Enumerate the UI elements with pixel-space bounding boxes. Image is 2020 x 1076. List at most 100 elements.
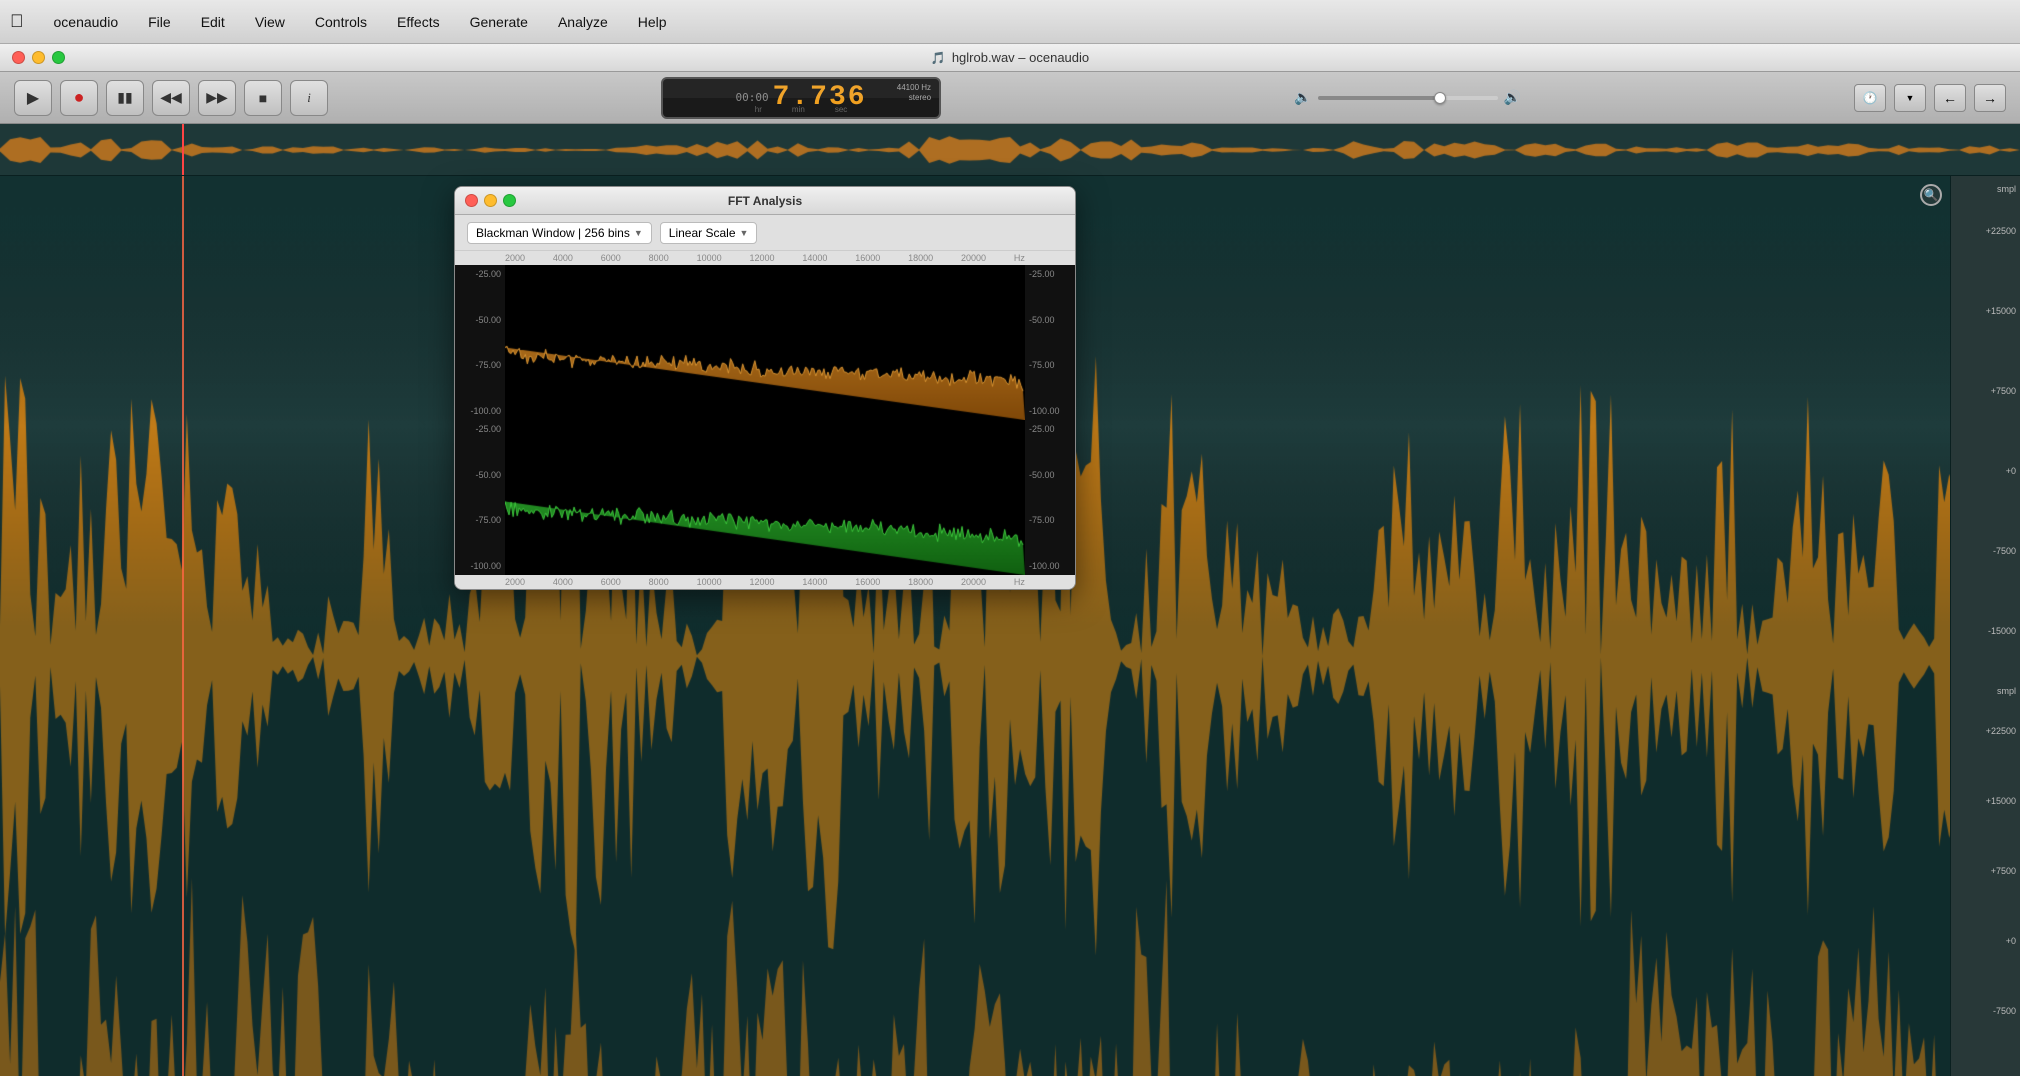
- time-label-hr: hr: [755, 105, 762, 114]
- scale-sidebar: smpl +22500 +15000 +7500 +0 -7500 -15000…: [1950, 176, 2020, 1076]
- menu-edit[interactable]: Edit: [195, 12, 231, 32]
- fast-forward-button[interactable]: ▶▶: [198, 80, 236, 116]
- pause-button[interactable]: ▮▮: [106, 80, 144, 116]
- fft-y-axis-right-top: -25.00 -50.00 -75.00 -100.00: [1025, 265, 1075, 420]
- fft-channel1-canvas: [505, 265, 1025, 420]
- fft-channel2-plot: [505, 420, 1025, 575]
- magnifier-icon: 🔍: [1924, 188, 1939, 202]
- stop-button[interactable]: ■: [244, 80, 282, 116]
- fft-x-20000-top: 20000: [961, 253, 986, 263]
- volume-slider[interactable]: [1318, 96, 1498, 100]
- zoom-out-button[interactable]: →: [1974, 84, 2006, 112]
- volume-control: 🔈 🔊: [1294, 89, 1521, 106]
- fft-y--50-top-right: -50.00: [1029, 315, 1071, 325]
- window-type-dropdown[interactable]: Blackman Window | 256 bins ▼: [467, 222, 652, 244]
- scale-label--7500-bot: -7500: [1993, 1006, 2016, 1016]
- clock-button[interactable]: 🕐: [1854, 84, 1886, 112]
- scale-label-0-top: +0: [2006, 466, 2016, 476]
- window-type-label: Blackman Window | 256 bins: [476, 226, 630, 240]
- fft-x-14000-bot: 14000: [802, 577, 827, 587]
- window-title-text: hglrob.wav – ocenaudio: [952, 50, 1089, 65]
- minimize-button[interactable]: [32, 51, 45, 64]
- fft-y--100-top-left: -100.00: [459, 406, 501, 416]
- fft-maximize-button[interactable]: [503, 194, 516, 207]
- fft-x-2000-bot: 2000: [505, 577, 525, 587]
- fft-channel1-row: -25.00 -50.00 -75.00 -100.00: [455, 265, 1075, 420]
- fft-x-8000-bot: 8000: [649, 577, 669, 587]
- fft-y-axis-left-top: -25.00 -50.00 -75.00 -100.00: [455, 265, 505, 420]
- time-label-sec: sec: [835, 105, 847, 114]
- fft-y-axis-left-bot: -25.00 -50.00 -75.00 -100.00: [455, 420, 505, 575]
- fft-y--75-bot-right: -75.00: [1029, 515, 1071, 525]
- fft-x-10000-top: 10000: [697, 253, 722, 263]
- fft-close-button[interactable]: [465, 194, 478, 207]
- maximize-button[interactable]: [52, 51, 65, 64]
- fft-x-16000-bot: 16000: [855, 577, 880, 587]
- fft-titlebar: FFT Analysis: [455, 187, 1075, 215]
- apple-menu-icon[interactable]: : [10, 11, 24, 32]
- clock-dropdown[interactable]: ▼: [1894, 84, 1926, 112]
- fft-x-16000-top: 16000: [855, 253, 880, 263]
- record-button[interactable]: ●: [60, 80, 98, 116]
- menu-help[interactable]: Help: [632, 12, 673, 32]
- window-type-arrow-icon: ▼: [634, 228, 643, 238]
- small-time: 00:00: [735, 91, 768, 104]
- menu-effects[interactable]: Effects: [391, 12, 446, 32]
- zoom-search-icon[interactable]: 🔍: [1920, 184, 1942, 206]
- scale-dropdown[interactable]: Linear Scale ▼: [660, 222, 758, 244]
- fft-y--100-bot-right: -100.00: [1029, 561, 1071, 571]
- scale-label-7500-top: +7500: [1991, 386, 2016, 396]
- scale-label-smpl-bot: smpl: [1997, 686, 2016, 696]
- scale-arrow-icon: ▼: [740, 228, 749, 238]
- fft-y--25-bot-left: -25.00: [459, 424, 501, 434]
- info-button[interactable]: i: [290, 80, 328, 116]
- scale-label-22500-top: +22500: [1986, 226, 2016, 236]
- menu-view[interactable]: View: [249, 12, 291, 32]
- menu-controls[interactable]: Controls: [309, 12, 373, 32]
- scale-label-text: Linear Scale: [669, 226, 736, 240]
- time-labels: hr min sec: [755, 105, 847, 114]
- fft-minimize-button[interactable]: [484, 194, 497, 207]
- volume-thumb[interactable]: [1434, 92, 1446, 104]
- channels: stereo: [909, 93, 931, 102]
- main-waveform[interactable]: smpl +22500 +15000 +7500 +0 -7500 -15000…: [0, 176, 2020, 1076]
- fft-x-6000-bot: 6000: [601, 577, 621, 587]
- menu-file[interactable]: File: [142, 12, 177, 32]
- menubar:  ocenaudio File Edit View Controls Effe…: [0, 0, 2020, 44]
- traffic-lights: [12, 51, 65, 64]
- right-controls: 🕐 ▼ ← →: [1854, 84, 2006, 112]
- menu-ocenaudio[interactable]: ocenaudio: [48, 12, 125, 32]
- rewind-button[interactable]: ◀◀: [152, 80, 190, 116]
- scale-label-7500-bot: +7500: [1991, 866, 2016, 876]
- fft-x-12000-bot: 12000: [749, 577, 774, 587]
- fft-channel1-plot: [505, 265, 1025, 420]
- sample-rate: 44100 Hz: [897, 83, 931, 92]
- fft-y--100-top-right: -100.00: [1029, 406, 1071, 416]
- time-display: 00:00 7.736 44100 Hz stereo hr min sec: [661, 77, 941, 119]
- fft-y--50-bot-right: -50.00: [1029, 470, 1071, 480]
- fft-y--75-top-left: -75.00: [459, 360, 501, 370]
- menu-generate[interactable]: Generate: [464, 12, 534, 32]
- fft-channel2-canvas: [505, 420, 1025, 575]
- menu-analyze[interactable]: Analyze: [552, 12, 614, 32]
- close-button[interactable]: [12, 51, 25, 64]
- volume-high-icon: 🔊: [1504, 89, 1521, 106]
- fft-x-18000-top: 18000: [908, 253, 933, 263]
- fft-x-4000-top: 4000: [553, 253, 573, 263]
- toolbar: ▶ ● ▮▮ ◀◀ ▶▶ ■ i 00:00 7.736 44100 Hz st…: [0, 72, 2020, 124]
- fft-y--100-bot-left: -100.00: [459, 561, 501, 571]
- fft-toolbar: Blackman Window | 256 bins ▼ Linear Scal…: [455, 215, 1075, 251]
- play-button[interactable]: ▶: [14, 80, 52, 116]
- scale-label-smpl-top: smpl: [1997, 184, 2016, 194]
- fft-y--25-bot-right: -25.00: [1029, 424, 1071, 434]
- window-title: 🎵 hglrob.wav – ocenaudio: [931, 50, 1089, 65]
- fft-x-20000-bot: 20000: [961, 577, 986, 587]
- fft-x-8000-top: 8000: [649, 253, 669, 263]
- zoom-in-button[interactable]: ←: [1934, 84, 1966, 112]
- fft-y--75-bot-left: -75.00: [459, 515, 501, 525]
- overview-strip: [0, 124, 2020, 176]
- fft-y--50-top-left: -50.00: [459, 315, 501, 325]
- fft-x-18000-bot: 18000: [908, 577, 933, 587]
- fft-x-12000-top: 12000: [749, 253, 774, 263]
- fft-x-hz-top: Hz: [1014, 253, 1025, 263]
